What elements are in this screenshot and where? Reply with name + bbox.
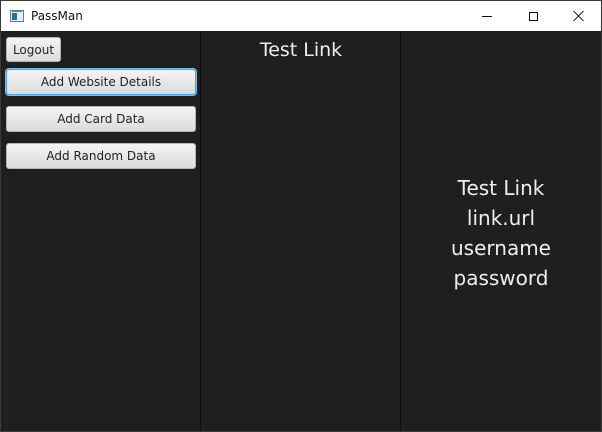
window-title: PassMan [31,9,83,23]
add-card-data-button[interactable]: Add Card Data [6,106,196,132]
list-item[interactable]: Test Link [201,39,401,61]
minimize-button[interactable] [464,1,510,31]
add-random-data-button[interactable]: Add Random Data [6,143,196,169]
add-website-details-button[interactable]: Add Website Details [6,69,196,95]
close-icon [573,10,585,22]
maximize-icon [528,11,538,21]
logout-button[interactable]: Logout [6,37,61,62]
app-icon [10,10,24,22]
detail-username: username [451,236,551,260]
sidebar: Logout Add Website Details Add Card Data… [1,31,200,431]
minimize-icon [482,15,492,17]
details-panel: Test Link link.url username password [401,173,601,293]
entry-list: Test Link [200,31,401,431]
main-content: Logout Add Website Details Add Card Data… [1,31,601,431]
entry-details: Test Link link.url username password [401,31,601,431]
detail-name: Test Link [457,176,545,200]
title-bar[interactable]: PassMan [1,1,601,31]
detail-url: link.url [466,206,536,230]
detail-password: password [453,266,549,290]
close-button[interactable] [556,1,602,31]
app-window: PassMan Logout Add Website Details Add C… [0,0,602,432]
maximize-button[interactable] [510,1,556,31]
